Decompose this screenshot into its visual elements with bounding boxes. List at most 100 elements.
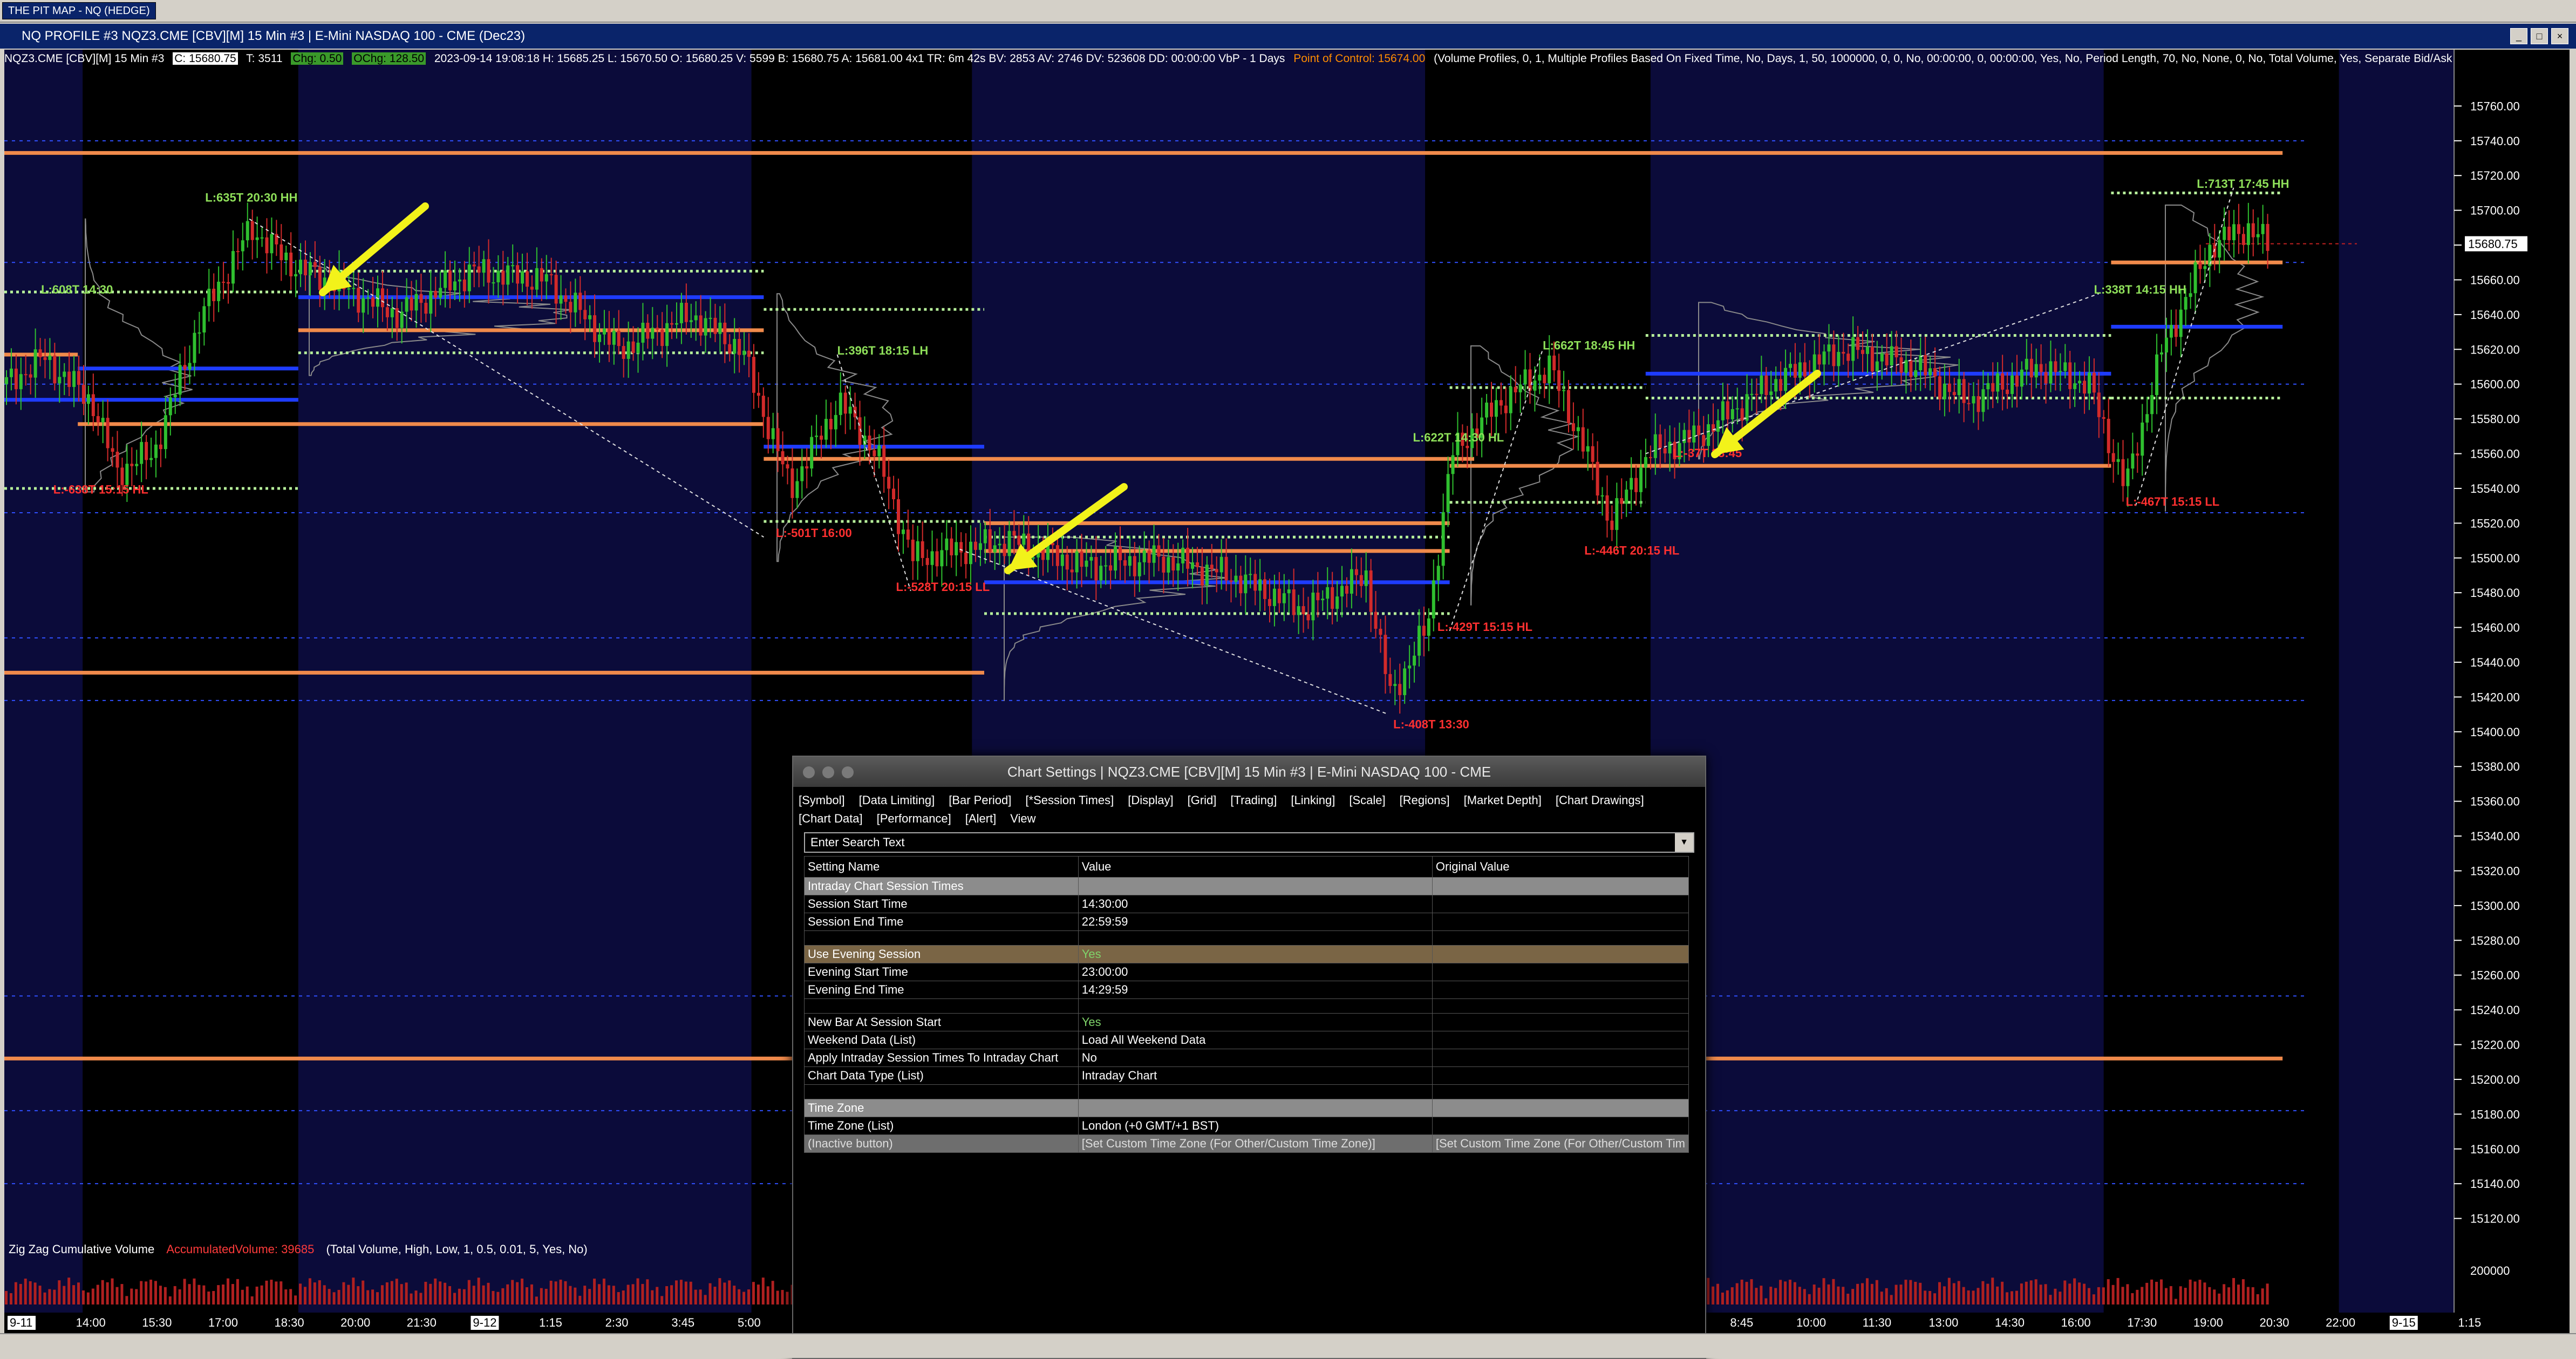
settings-row[interactable]: Time Zone (List) London (+0 GMT/+1 BST) xyxy=(804,1117,1689,1135)
app-tab[interactable]: THE PIT MAP - NQ (HEDGE) xyxy=(2,2,156,19)
dialog-tab[interactable]: [Market Depth] xyxy=(1464,791,1542,810)
settings-row[interactable]: Evening Start Time 23:00:00 xyxy=(804,963,1689,981)
minimize-icon[interactable]: _ xyxy=(2510,28,2527,44)
dialog-tab[interactable]: [*Session Times] xyxy=(1025,791,1114,810)
dialog-zoom-icon[interactable] xyxy=(842,766,854,778)
dialog-tab[interactable]: [Scale] xyxy=(1349,791,1385,810)
settings-row[interactable]: Use Evening Session Yes xyxy=(804,945,1689,963)
dialog-minimize-icon[interactable] xyxy=(822,766,834,778)
volume-bar xyxy=(91,1288,94,1304)
settings-section-header[interactable]: Time Zone xyxy=(804,1099,1689,1117)
close-icon[interactable]: × xyxy=(2551,28,2568,44)
setting-value[interactable]: Yes xyxy=(1078,945,1433,963)
volume-bar xyxy=(588,1289,591,1304)
candle-body xyxy=(467,264,471,291)
settings-section-header[interactable]: Intraday Chart Session Times xyxy=(804,877,1689,895)
settings-row[interactable]: Evening End Time 14:29:59 xyxy=(804,981,1689,999)
dialog-close-icon[interactable] xyxy=(803,766,815,778)
setting-value[interactable]: London (+0 GMT/+1 BST) xyxy=(1078,1117,1433,1135)
volume-bar xyxy=(674,1280,678,1304)
volume-bar xyxy=(380,1285,384,1304)
dialog-tab[interactable]: [Alert] xyxy=(965,810,996,828)
volume-bar xyxy=(2102,1287,2105,1304)
setting-value[interactable]: Yes xyxy=(1078,1013,1433,1031)
dialog-tab[interactable]: [Linking] xyxy=(1291,791,1335,810)
setting-value[interactable] xyxy=(1078,1084,1433,1099)
setting-value[interactable]: 23:00:00 xyxy=(1078,963,1433,981)
candle-body xyxy=(901,529,905,534)
dialog-tab[interactable]: [Bar Period] xyxy=(949,791,1011,810)
settings-row[interactable]: Session End Time 22:59:59 xyxy=(804,913,1689,931)
volume-bar xyxy=(1981,1281,1985,1304)
dialog-tab[interactable]: [Performance] xyxy=(877,810,951,828)
setting-value[interactable]: 14:29:59 xyxy=(1078,981,1433,999)
candle-body xyxy=(612,330,616,345)
settings-row[interactable]: Apply Intraday Session Times To Intraday… xyxy=(804,1049,1689,1067)
dialog-tab[interactable]: [Chart Drawings] xyxy=(1556,791,1644,810)
candle-body xyxy=(656,328,659,330)
setting-original-value xyxy=(1432,1049,1689,1067)
candle-body xyxy=(1856,337,1860,350)
setting-value[interactable] xyxy=(1078,998,1433,1014)
maximize-icon[interactable]: □ xyxy=(2531,28,2548,44)
settings-row[interactable]: Weekend Data (List) Load All Weekend Data xyxy=(804,1031,1689,1049)
candle-body xyxy=(1571,423,1575,431)
candle-body xyxy=(1436,566,1440,581)
volume-bar xyxy=(1947,1278,1951,1304)
volume-bar xyxy=(2169,1286,2172,1304)
price-tick-label: 15280.00 xyxy=(2470,934,2520,947)
candle-body xyxy=(544,274,548,282)
dialog-tab[interactable]: [Chart Data] xyxy=(799,810,863,828)
volume-bar xyxy=(2227,1287,2231,1304)
setting-original-value xyxy=(1432,1031,1689,1049)
settings-row[interactable]: Session Start Time 14:30:00 xyxy=(804,895,1689,913)
settings-row[interactable]: (Inactive button) [Set Custom Time Zone (… xyxy=(804,1134,1689,1153)
volume-bar xyxy=(2073,1278,2076,1304)
dialog-tab[interactable]: [Trading] xyxy=(1230,791,1277,810)
volume-bar xyxy=(1832,1279,1835,1304)
setting-value[interactable]: 14:30:00 xyxy=(1078,895,1433,913)
dialog-titlebar[interactable]: Chart Settings | NQZ3.CME [CBV][M] 15 Mi… xyxy=(793,757,1705,787)
candle-body xyxy=(2141,422,2144,456)
volume-bar xyxy=(1856,1283,1859,1304)
candle-body xyxy=(540,268,543,282)
settings-row[interactable]: New Bar At Session Start Yes xyxy=(804,1013,1689,1031)
settings-row[interactable]: Chart Data Type (List) Intraday Chart xyxy=(804,1066,1689,1085)
col-value: Value xyxy=(1078,856,1433,878)
setting-value[interactable] xyxy=(1078,1099,1433,1117)
volume-bar xyxy=(1750,1279,1753,1304)
candle-body xyxy=(1996,373,2000,392)
candle-body xyxy=(193,332,196,363)
candle-body xyxy=(58,377,62,384)
volume-bar xyxy=(477,1278,480,1304)
candle-body xyxy=(202,306,206,333)
chevron-down-icon[interactable]: ▼ xyxy=(1675,833,1693,852)
candle-body xyxy=(1760,375,1763,395)
dialog-tab[interactable]: [Grid] xyxy=(1188,791,1217,810)
volume-bar xyxy=(1808,1294,1811,1304)
volume-bar xyxy=(1909,1280,1912,1304)
dialog-tab[interactable]: [Display] xyxy=(1128,791,1173,810)
time-tick-label: 8:45 xyxy=(1730,1316,1753,1329)
volume-bar xyxy=(207,1291,210,1304)
candle-body xyxy=(1032,557,1035,559)
setting-value[interactable]: Intraday Chart xyxy=(1078,1066,1433,1085)
setting-value[interactable]: Load All Weekend Data xyxy=(1078,1031,1433,1049)
volume-bar xyxy=(1817,1287,1821,1304)
setting-value[interactable]: [Set Custom Time Zone (For Other/Custom … xyxy=(1078,1134,1433,1153)
search-input[interactable]: Enter Search Text ▼ xyxy=(804,832,1694,853)
setting-value[interactable] xyxy=(1078,930,1433,946)
dialog-tab[interactable]: View xyxy=(1010,810,1035,828)
setting-value[interactable]: No xyxy=(1078,1049,1433,1067)
chart-settings-dialog: Chart Settings | NQZ3.CME [CBV][M] 15 Mi… xyxy=(792,756,1706,1359)
volume-bar xyxy=(347,1285,350,1304)
candle-body xyxy=(2145,414,2149,423)
volume-bar xyxy=(1977,1288,1980,1304)
setting-value[interactable]: 22:59:59 xyxy=(1078,913,1433,931)
dialog-tab[interactable]: [Regions] xyxy=(1400,791,1450,810)
setting-value[interactable] xyxy=(1078,877,1433,895)
dialog-tab[interactable]: [Symbol] xyxy=(799,791,845,810)
volume-bar xyxy=(1784,1281,1787,1304)
candle-body xyxy=(868,436,871,451)
dialog-tab[interactable]: [Data Limiting] xyxy=(859,791,935,810)
